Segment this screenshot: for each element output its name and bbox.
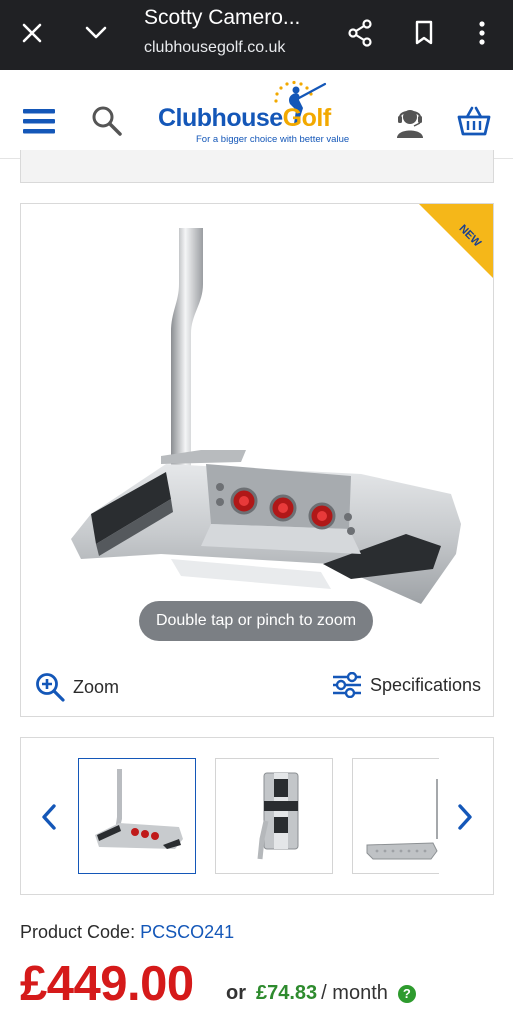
- more-vert-icon[interactable]: [464, 15, 500, 51]
- zoom-label: Zoom: [73, 676, 120, 697]
- finance-or: or: [226, 982, 246, 1004]
- site-logo[interactable]: ClubhouseGolf For a bigger choice with b…: [158, 80, 358, 152]
- thumbnail-carousel: [20, 737, 494, 895]
- specifications-button[interactable]: Specifications: [332, 672, 481, 698]
- page-title: Scotty Camero...: [144, 6, 301, 29]
- sliders-icon: [332, 672, 361, 698]
- product-code-value: PCSCO241: [140, 922, 235, 942]
- zoom-button[interactable]: Zoom: [35, 672, 119, 702]
- product-gallery[interactable]: NEW Double tap or pinch to zoom Zoom Spe…: [20, 203, 494, 717]
- logo-tagline: For a bigger choice with better value: [196, 134, 350, 145]
- support-agent-icon[interactable]: [394, 106, 426, 138]
- logo-wordmark: ClubhouseGolf: [158, 104, 331, 132]
- bookmark-icon[interactable]: [406, 15, 442, 51]
- share-icon[interactable]: [342, 15, 378, 51]
- browser-toolbar: Scotty Camero... clubhousegolf.co.uk: [0, 0, 513, 70]
- product-price: £449.00: [20, 957, 194, 1011]
- menu-icon[interactable]: [22, 106, 56, 136]
- page-url[interactable]: clubhousegolf.co.uk: [144, 39, 285, 57]
- search-icon[interactable]: [90, 104, 124, 138]
- finance-amount: £74.83: [256, 982, 318, 1004]
- finance-info: or £74.83 / month ?: [226, 982, 416, 1005]
- finance-period: / month: [321, 982, 388, 1004]
- thumbnail-top[interactable]: [215, 758, 333, 874]
- basket-icon[interactable]: [456, 104, 492, 138]
- site-header: ClubhouseGolf For a bigger choice with b…: [0, 70, 513, 159]
- zoom-hint-tooltip: Double tap or pinch to zoom: [139, 601, 373, 641]
- help-icon[interactable]: ?: [397, 984, 416, 1003]
- filter-bar: [20, 150, 494, 183]
- close-icon[interactable]: [14, 15, 50, 51]
- putter-image: [71, 228, 461, 604]
- product-code-label: Product Code:: [20, 922, 136, 942]
- chevron-down-icon[interactable]: [78, 15, 114, 51]
- product-code: Product Code: PCSCO241: [20, 922, 234, 943]
- chevron-left-icon[interactable]: [37, 800, 61, 834]
- specifications-label: Specifications: [369, 674, 481, 695]
- zoom-in-icon: [36, 673, 65, 702]
- thumbnail-sole[interactable]: [352, 758, 439, 874]
- thumbnail-front[interactable]: [78, 758, 196, 874]
- chevron-right-icon[interactable]: [453, 800, 477, 834]
